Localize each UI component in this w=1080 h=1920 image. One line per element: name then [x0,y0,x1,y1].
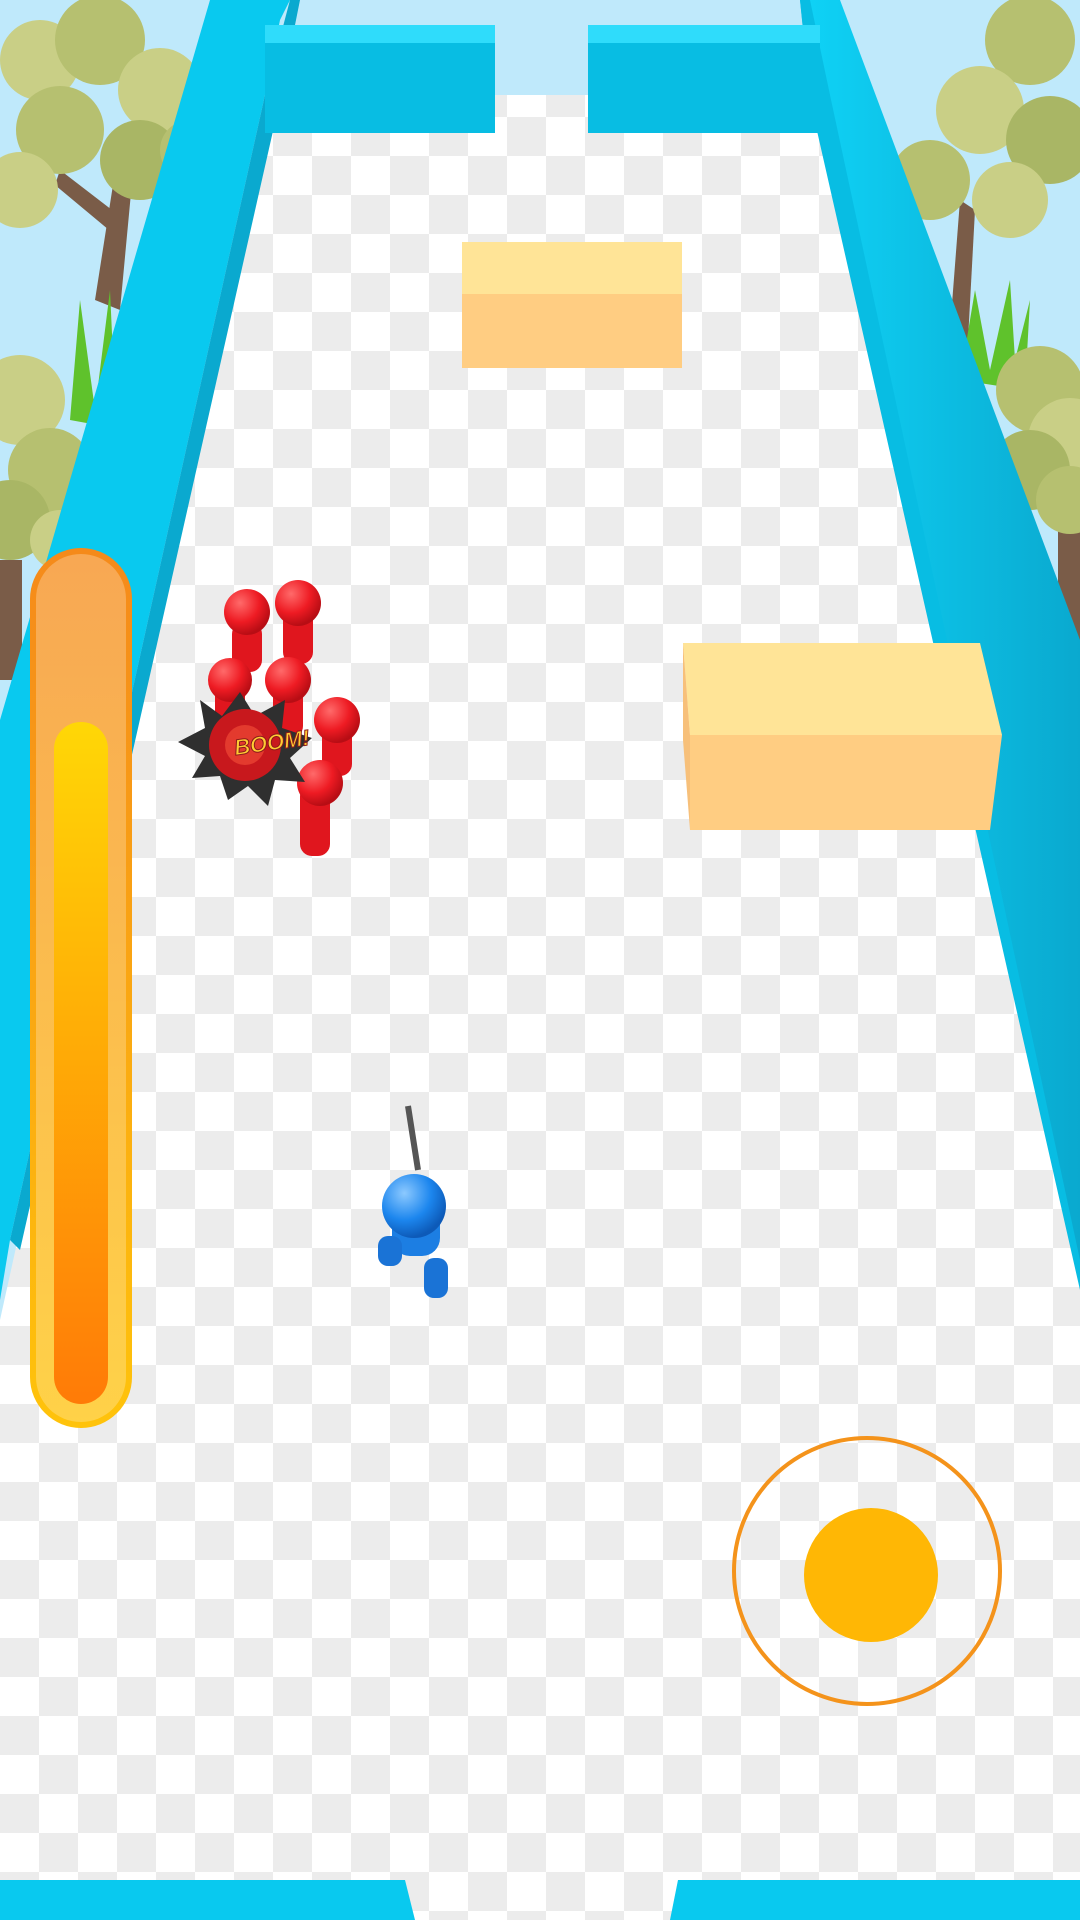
block-obstacle-right [683,643,1002,830]
back-wall-left [265,25,495,133]
energy-bar [30,548,132,1428]
back-wall-right [588,25,820,133]
joystick-knob[interactable] [804,1508,938,1642]
blue-stickman-icon [382,1174,446,1238]
virtual-joystick[interactable] [732,1436,1002,1706]
energy-track [54,572,108,1404]
bottom-wall-left [0,1880,415,1920]
bottom-wall-right [670,1880,1080,1920]
game-scene[interactable]: BOOM! [0,0,1080,1920]
energy-fill [54,721,108,1404]
block-obstacle-top [462,242,682,368]
